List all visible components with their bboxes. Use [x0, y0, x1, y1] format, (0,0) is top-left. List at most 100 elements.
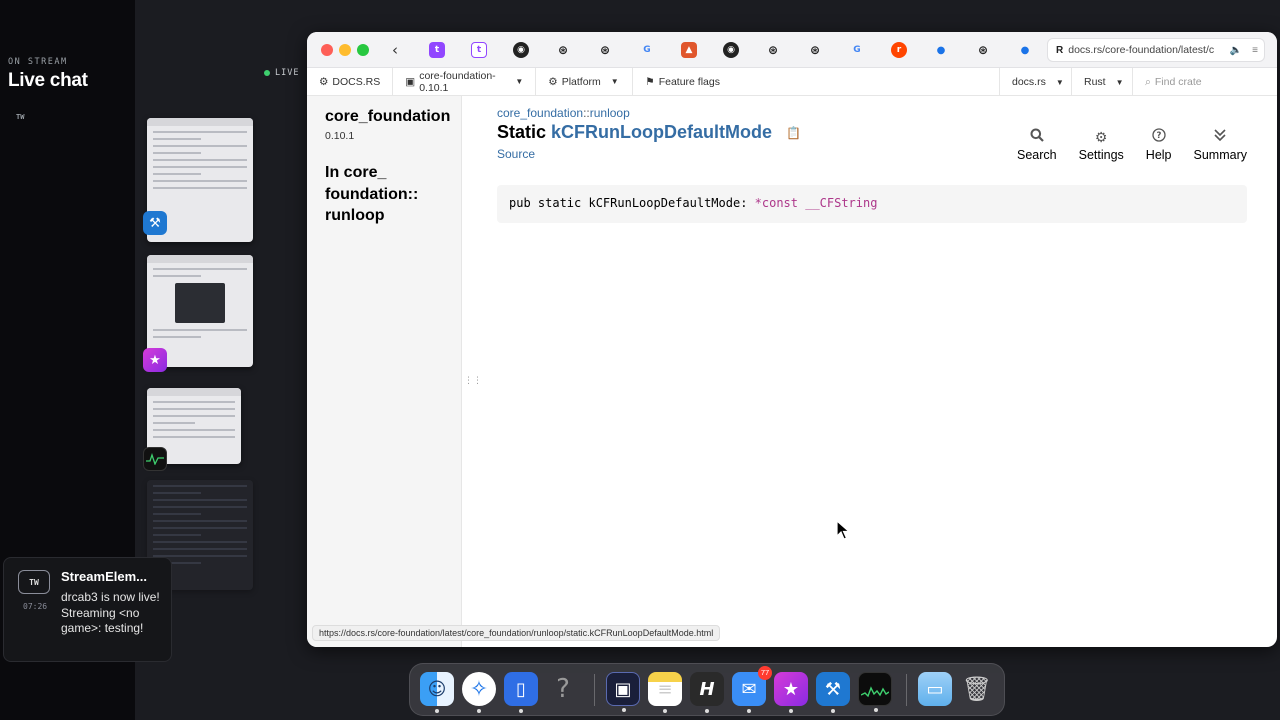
live-dot-icon — [264, 70, 270, 76]
dock: ☺ ✧ ▯ ? ▣ ≡ H ✉ 77 ★ ⚒ ▭ 🗑 — [409, 663, 1005, 716]
tab-docsrs-4[interactable]: ⊛ — [807, 42, 823, 58]
find-crate-placeholder: Find crate — [1154, 76, 1202, 88]
platform-label: Platform — [561, 75, 601, 88]
search-button-label: Search — [1017, 148, 1057, 162]
docsrs-logo-label: DOCS.RS — [332, 75, 381, 88]
mail-badge: 77 — [758, 666, 772, 680]
tab-docsrs-5[interactable]: ⊛ — [975, 42, 991, 58]
declaration-type[interactable]: *const __CFString — [755, 196, 878, 210]
docsrs-home-link[interactable]: ⚙ DOCS.RS — [307, 67, 394, 96]
help-icon[interactable]: ? — [546, 672, 580, 706]
sidebar-crate-version: 0.10.1 — [325, 130, 355, 142]
doc-main: core_foundation::runloop Static kCFRunLo… — [497, 106, 1247, 223]
flag-icon: ⚑ — [645, 75, 655, 88]
tw-label: TW — [16, 113, 25, 121]
chevron-down-icon: ▼ — [1055, 77, 1064, 87]
rust-menu-label: Rust — [1084, 76, 1106, 88]
running-indicator — [663, 709, 667, 713]
live-label: LIVE — [275, 68, 300, 78]
breadcrumb-separator: :: — [583, 106, 590, 120]
feature-flags-link[interactable]: ⚑ Feature flags — [633, 68, 732, 96]
activity-monitor-icon[interactable] — [858, 672, 892, 712]
trash-icon[interactable]: 🗑 — [960, 672, 994, 706]
breadcrumb: core_foundation::runloop — [497, 106, 1247, 120]
superstar-icon: ★ — [143, 348, 167, 372]
doc-sidebar: core_foundation 0.10.1 In core_ foundati… — [307, 96, 462, 647]
tab-github-1[interactable]: ◉ — [513, 42, 529, 58]
rust-menu[interactable]: Rust ▼ — [1071, 68, 1132, 96]
notes-icon[interactable]: ≡ — [648, 672, 682, 713]
copy-path-icon[interactable]: 📋 — [786, 126, 801, 140]
simulator-icon[interactable]: ▯ — [504, 672, 538, 713]
running-indicator — [747, 709, 751, 713]
breadcrumb-crate[interactable]: core_foundation — [497, 106, 583, 120]
find-crate-input[interactable]: ⌕ Find crate — [1132, 68, 1277, 96]
maximize-window-button[interactable] — [357, 44, 369, 56]
chevron-down-icon: ▼ — [515, 77, 524, 86]
tab-twitch-1[interactable]: t — [429, 42, 445, 58]
close-window-button[interactable] — [321, 44, 333, 56]
gear-icon: ⚙ — [1094, 129, 1108, 145]
search-button[interactable]: Search — [1017, 128, 1057, 162]
search-icon: ⌕ — [1145, 75, 1151, 88]
tab-docsrs-3[interactable]: ⊛ — [765, 42, 781, 58]
platform-menu[interactable]: ⚙ Platform ▼ — [536, 67, 634, 96]
browser-titlebar: ‹ t t ◉ ⊛ ⊛ G ▲ ◉ ⊛ ⊛ G r ● ⊛ ● R docs.r… — [307, 32, 1277, 68]
rustdoc-toolbar: Search ⚙ Settings ? Help Summary — [1017, 128, 1247, 162]
help-button-label: Help — [1145, 148, 1172, 162]
tab-blue-2[interactable]: ● — [1017, 42, 1033, 58]
tab-google-2[interactable]: G — [849, 42, 865, 58]
notification-title: StreamElem... — [61, 569, 147, 584]
tab-reddit[interactable]: r — [891, 42, 907, 58]
instruments-icon[interactable]: ▣ — [606, 672, 640, 712]
safari-icon[interactable]: ✧ — [462, 672, 496, 713]
mail-icon[interactable]: ✉ 77 — [732, 666, 772, 713]
xcode-beta-icon[interactable]: ⚒ — [816, 672, 850, 713]
chevron-down-icon: ▼ — [1115, 77, 1124, 87]
minimize-window-button[interactable] — [339, 44, 351, 56]
tab-menu-icon[interactable]: ≡ — [1252, 45, 1258, 56]
tab-extension[interactable]: ▲ — [681, 42, 697, 58]
help-button[interactable]: ? Help — [1146, 128, 1172, 162]
active-tab[interactable]: R docs.rs/core-foundation/latest/c 🔈 ≡ — [1047, 38, 1265, 62]
gears-icon: ⚙ — [548, 75, 558, 88]
sidebar-crate-name[interactable]: core_foundation — [325, 108, 461, 126]
feature-flags-label: Feature flags — [658, 75, 720, 88]
live-badge: LIVE — [264, 68, 299, 78]
downloads-folder-icon[interactable]: ▭ — [918, 672, 952, 706]
settings-button[interactable]: ⚙ Settings — [1079, 128, 1124, 162]
notification-avatar: TW — [18, 570, 50, 594]
running-indicator — [622, 708, 626, 712]
dock-separator — [906, 674, 907, 706]
item-name[interactable]: kCFRunLoopDefaultMode — [551, 122, 772, 143]
declaration-prefix: pub static kCFRunLoopDefaultMode: — [509, 196, 755, 210]
sidebar-in-module[interactable]: In core_ foundation:: runloop — [325, 162, 461, 227]
docsrs-menu-label: docs.rs — [1012, 76, 1046, 88]
notification-body: drcab3 is now live! Streaming <no game>:… — [61, 590, 160, 636]
running-indicator — [519, 709, 523, 713]
sidebar-resize-handle[interactable]: ⋮⋮ — [464, 376, 482, 386]
tab-github-2[interactable]: ◉ — [723, 42, 739, 58]
finder-icon[interactable]: ☺ — [420, 672, 454, 713]
tab-docsrs-2[interactable]: ⊛ — [597, 42, 613, 58]
item-kind: Static — [497, 122, 547, 142]
stream-notification[interactable]: TW 07:26 StreamElem... drcab3 is now liv… — [3, 557, 172, 662]
mouse-cursor-icon — [836, 520, 850, 540]
breadcrumb-module[interactable]: runloop — [590, 106, 630, 120]
superstar-icon[interactable]: ★ — [774, 672, 808, 713]
item-declaration: pub static kCFRunLoopDefaultMode: *const… — [497, 185, 1247, 223]
tab-docsrs-1[interactable]: ⊛ — [555, 42, 571, 58]
crate-menu[interactable]: ▣ core-foundation-0.10.1 ▼ — [393, 67, 537, 96]
double-chevron-down-icon — [1214, 128, 1226, 148]
tab-google-1[interactable]: G — [639, 42, 655, 58]
docsrs-cube-icon: ⚙ — [319, 75, 329, 88]
back-button[interactable]: ‹ — [385, 40, 405, 60]
chevron-down-icon: ▼ — [610, 77, 619, 86]
tab-twitch-2[interactable]: t — [471, 42, 487, 58]
dock-separator — [594, 674, 595, 706]
hype-icon[interactable]: H — [690, 672, 724, 713]
summary-button[interactable]: Summary — [1194, 128, 1247, 162]
docsrs-menu[interactable]: docs.rs ▼ — [999, 68, 1071, 96]
tab-blue-1[interactable]: ● — [933, 42, 949, 58]
speaker-icon[interactable]: 🔈 — [1230, 45, 1242, 56]
